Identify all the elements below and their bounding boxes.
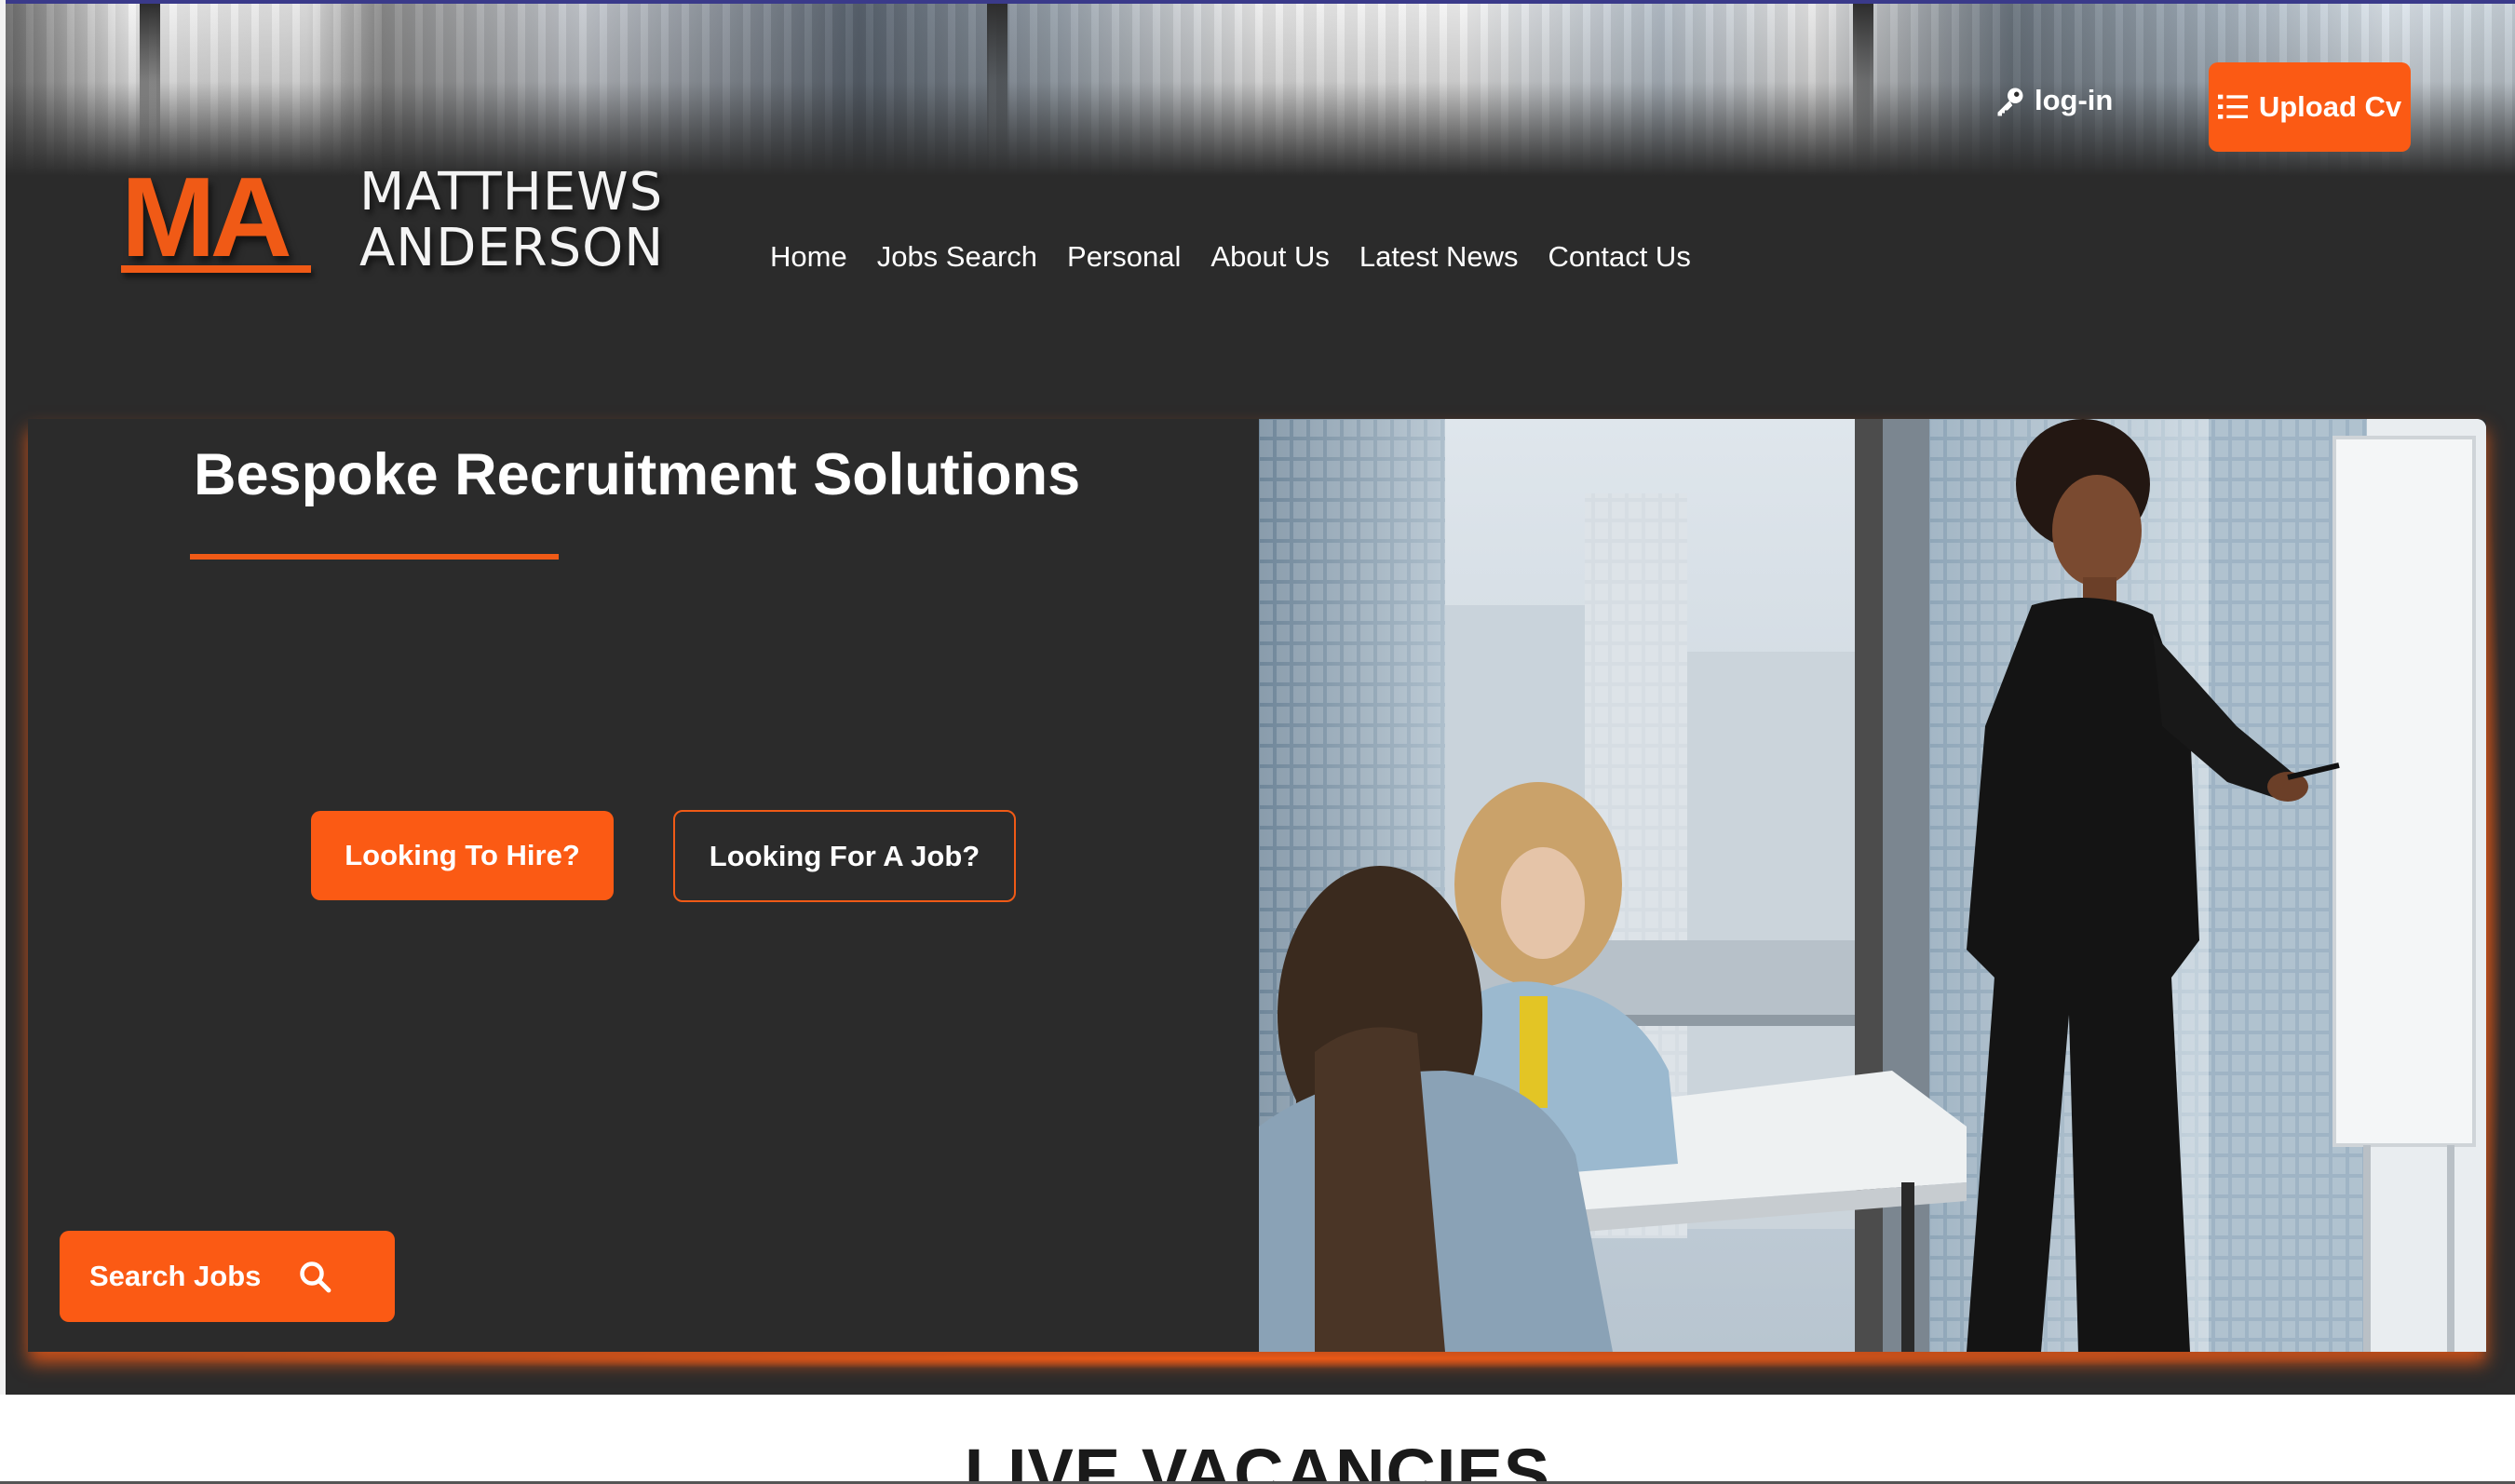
hero-title: Bespoke Recruitment Solutions bbox=[194, 442, 1081, 507]
search-icon bbox=[300, 1261, 331, 1293]
site-logo[interactable]: MA MATTHEWS ANDERSON bbox=[117, 154, 676, 284]
hero-section: Bespoke Recruitment Solutions Looking To… bbox=[28, 419, 2486, 1352]
left-border bbox=[0, 0, 6, 1395]
logo-name-line1: MATTHEWS bbox=[359, 162, 664, 223]
banner-window-frame bbox=[140, 4, 160, 176]
looking-to-hire-button[interactable]: Looking To Hire? bbox=[311, 811, 614, 900]
top-border bbox=[0, 0, 2515, 4]
list-icon bbox=[2217, 94, 2248, 119]
hero-office-photo bbox=[1259, 419, 2486, 1352]
live-vacancies-section: LIVE VACANCIES bbox=[0, 1395, 2515, 1484]
header-banner-image bbox=[6, 4, 2515, 176]
nav-jobs-search[interactable]: Jobs Search bbox=[877, 235, 1037, 279]
logo-initials: MA bbox=[121, 154, 292, 280]
nav-home[interactable]: Home bbox=[770, 235, 847, 279]
login-label: log-in bbox=[2035, 84, 2114, 116]
banner-window-frame bbox=[987, 4, 1007, 176]
main-nav: Home Jobs Search Personal About Us Lates… bbox=[770, 235, 1721, 279]
login-link[interactable]: log-in bbox=[1994, 84, 2113, 117]
logo-name-line2: ANDERSON bbox=[359, 218, 665, 278]
hero-text-panel: Bespoke Recruitment Solutions Looking To… bbox=[28, 419, 1259, 1352]
looking-for-job-button[interactable]: Looking For A Job? bbox=[673, 810, 1016, 902]
page: MA MATTHEWS ANDERSON Home Jobs Search Pe… bbox=[0, 0, 2515, 1484]
search-jobs-button[interactable]: Search Jobs bbox=[60, 1231, 395, 1322]
live-vacancies-title: LIVE VACANCIES bbox=[964, 1435, 1551, 1481]
key-icon bbox=[1997, 88, 2023, 116]
upload-cv-button[interactable]: Upload Cv bbox=[2209, 62, 2411, 152]
hero-title-rule bbox=[190, 554, 559, 560]
nav-about-us[interactable]: About Us bbox=[1210, 235, 1330, 279]
upload-cv-label: Upload Cv bbox=[2258, 90, 2402, 123]
search-jobs-label: Search Jobs bbox=[89, 1260, 262, 1292]
nav-contact-us[interactable]: Contact Us bbox=[1548, 235, 1690, 279]
banner-window-frame bbox=[1853, 4, 1873, 176]
nav-latest-news[interactable]: Latest News bbox=[1359, 235, 1519, 279]
logo-underline bbox=[121, 265, 311, 273]
vacancies-clip: LIVE VACANCIES bbox=[0, 1395, 2515, 1481]
nav-personal[interactable]: Personal bbox=[1067, 235, 1181, 279]
